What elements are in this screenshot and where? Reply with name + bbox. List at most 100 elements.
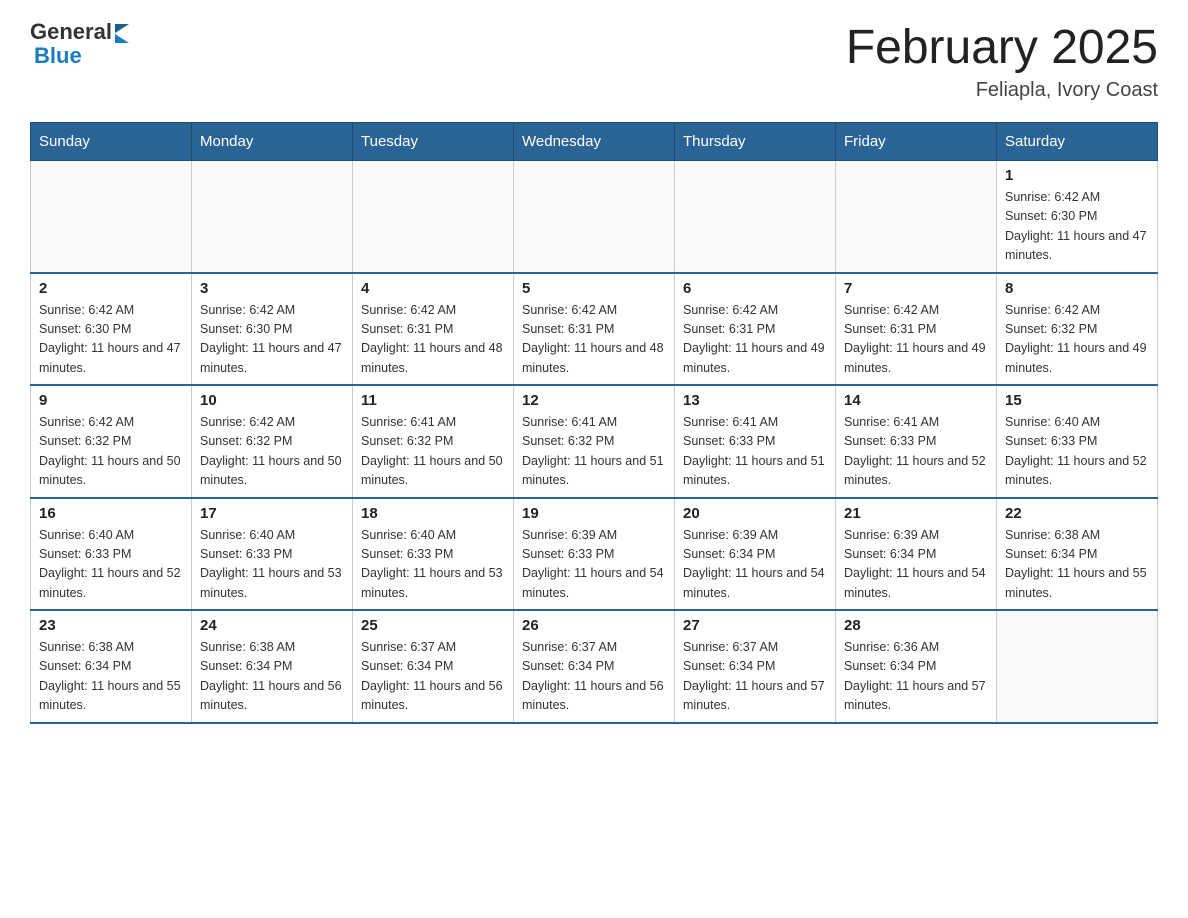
calendar-cell: 15Sunrise: 6:40 AMSunset: 6:33 PMDayligh… <box>997 385 1158 498</box>
calendar-cell: 23 Sunrise: 6:38 AMSunset: 6:34 PMDayligh… <box>31 610 192 723</box>
day-info: Sunrise: 6:37 AMSunset: 6:34 PMDaylight:… <box>683 638 827 716</box>
day-info: Sunrise: 6:39 AMSunset: 6:34 PMDaylight:… <box>844 526 988 604</box>
calendar-body: 1 Sunrise: 6:42 AMSunset: 6:30 PMDaylight… <box>31 161 1158 723</box>
day-number: 10 <box>200 392 344 409</box>
calendar-cell <box>192 161 353 273</box>
calendar-cell: 6 Sunrise: 6:42 AMSunset: 6:31 PMDaylight… <box>675 273 836 386</box>
title-section: February 2025 Feliapla, Ivory Coast <box>846 20 1158 102</box>
month-title: February 2025 <box>846 20 1158 75</box>
calendar-cell <box>31 161 192 273</box>
day-info: Sunrise: 6:41 AMSunset: 6:32 PMDaylight:… <box>522 413 666 491</box>
day-number: 9 <box>39 392 183 409</box>
calendar-cell: 26 Sunrise: 6:37 AMSunset: 6:34 PMDayligh… <box>514 610 675 723</box>
day-number: 26 <box>522 617 666 634</box>
day-number: 24 <box>200 617 344 634</box>
weekday-header-friday: Friday <box>836 123 997 161</box>
weekday-header-saturday: Saturday <box>997 123 1158 161</box>
day-info: Sunrise: 6:42 AMSunset: 6:31 PMDaylight:… <box>361 301 505 379</box>
logo: General Blue <box>30 20 129 68</box>
day-number: 13 <box>683 392 827 409</box>
day-number: 1 <box>1005 167 1149 184</box>
calendar-cell: 12Sunrise: 6:41 AMSunset: 6:32 PMDayligh… <box>514 385 675 498</box>
weekday-header-wednesday: Wednesday <box>514 123 675 161</box>
calendar-cell: 7 Sunrise: 6:42 AMSunset: 6:31 PMDaylight… <box>836 273 997 386</box>
day-info: Sunrise: 6:41 AMSunset: 6:33 PMDaylight:… <box>844 413 988 491</box>
day-number: 16 <box>39 505 183 522</box>
calendar-week-row: 2 Sunrise: 6:42 AMSunset: 6:30 PMDaylight… <box>31 273 1158 386</box>
day-info: Sunrise: 6:37 AMSunset: 6:34 PMDaylight:… <box>522 638 666 716</box>
day-info: Sunrise: 6:42 AMSunset: 6:32 PMDaylight:… <box>1005 301 1149 379</box>
calendar-week-row: 23 Sunrise: 6:38 AMSunset: 6:34 PMDayligh… <box>31 610 1158 723</box>
day-number: 6 <box>683 280 827 297</box>
day-number: 19 <box>522 505 666 522</box>
calendar-cell: 27Sunrise: 6:37 AMSunset: 6:34 PMDayligh… <box>675 610 836 723</box>
calendar-cell: 3 Sunrise: 6:42 AMSunset: 6:30 PMDaylight… <box>192 273 353 386</box>
logo-blue: Blue <box>34 44 129 68</box>
calendar-week-row: 9 Sunrise: 6:42 AMSunset: 6:32 PMDaylight… <box>31 385 1158 498</box>
weekday-header-sunday: Sunday <box>31 123 192 161</box>
calendar-cell <box>514 161 675 273</box>
day-info: Sunrise: 6:41 AMSunset: 6:32 PMDaylight:… <box>361 413 505 491</box>
day-number: 23 <box>39 617 183 634</box>
calendar-cell: 22Sunrise: 6:38 AMSunset: 6:34 PMDayligh… <box>997 498 1158 611</box>
page-header: General Blue February 2025 Feliapla, Ivo… <box>30 20 1158 102</box>
day-info: Sunrise: 6:37 AMSunset: 6:34 PMDaylight:… <box>361 638 505 716</box>
calendar-cell: 18Sunrise: 6:40 AMSunset: 6:33 PMDayligh… <box>353 498 514 611</box>
day-number: 20 <box>683 505 827 522</box>
day-info: Sunrise: 6:39 AMSunset: 6:33 PMDaylight:… <box>522 526 666 604</box>
day-info: Sunrise: 6:42 AMSunset: 6:30 PMDaylight:… <box>39 301 183 379</box>
calendar-cell: 2 Sunrise: 6:42 AMSunset: 6:30 PMDaylight… <box>31 273 192 386</box>
day-info: Sunrise: 6:38 AMSunset: 6:34 PMDaylight:… <box>200 638 344 716</box>
day-info: Sunrise: 6:42 AMSunset: 6:31 PMDaylight:… <box>683 301 827 379</box>
calendar-table: SundayMondayTuesdayWednesdayThursdayFrid… <box>30 122 1158 724</box>
day-info: Sunrise: 6:40 AMSunset: 6:33 PMDaylight:… <box>361 526 505 604</box>
day-number: 15 <box>1005 392 1149 409</box>
weekday-header-tuesday: Tuesday <box>353 123 514 161</box>
calendar-cell: 17 Sunrise: 6:40 AMSunset: 6:33 PMDayligh… <box>192 498 353 611</box>
day-info: Sunrise: 6:42 AMSunset: 6:30 PMDaylight:… <box>1005 188 1149 266</box>
logo-general: General <box>30 20 112 44</box>
calendar-cell <box>353 161 514 273</box>
day-info: Sunrise: 6:41 AMSunset: 6:33 PMDaylight:… <box>683 413 827 491</box>
calendar-cell: 25 Sunrise: 6:37 AMSunset: 6:34 PMDayligh… <box>353 610 514 723</box>
calendar-cell: 13 Sunrise: 6:41 AMSunset: 6:33 PMDayligh… <box>675 385 836 498</box>
day-number: 28 <box>844 617 988 634</box>
day-number: 25 <box>361 617 505 634</box>
calendar-cell: 21Sunrise: 6:39 AMSunset: 6:34 PMDayligh… <box>836 498 997 611</box>
day-info: Sunrise: 6:38 AMSunset: 6:34 PMDaylight:… <box>39 638 183 716</box>
calendar-cell <box>997 610 1158 723</box>
weekday-header-thursday: Thursday <box>675 123 836 161</box>
calendar-cell: 20Sunrise: 6:39 AMSunset: 6:34 PMDayligh… <box>675 498 836 611</box>
day-info: Sunrise: 6:42 AMSunset: 6:32 PMDaylight:… <box>200 413 344 491</box>
calendar-week-row: 1 Sunrise: 6:42 AMSunset: 6:30 PMDaylight… <box>31 161 1158 273</box>
location: Feliapla, Ivory Coast <box>846 79 1158 102</box>
day-number: 14 <box>844 392 988 409</box>
weekday-header-row: SundayMondayTuesdayWednesdayThursdayFrid… <box>31 123 1158 161</box>
day-info: Sunrise: 6:40 AMSunset: 6:33 PMDaylight:… <box>200 526 344 604</box>
day-number: 7 <box>844 280 988 297</box>
calendar-header: SundayMondayTuesdayWednesdayThursdayFrid… <box>31 123 1158 161</box>
day-number: 4 <box>361 280 505 297</box>
day-number: 8 <box>1005 280 1149 297</box>
calendar-cell: 5Sunrise: 6:42 AMSunset: 6:31 PMDaylight… <box>514 273 675 386</box>
calendar-cell: 4 Sunrise: 6:42 AMSunset: 6:31 PMDaylight… <box>353 273 514 386</box>
calendar-cell: 11 Sunrise: 6:41 AMSunset: 6:32 PMDayligh… <box>353 385 514 498</box>
day-info: Sunrise: 6:42 AMSunset: 6:30 PMDaylight:… <box>200 301 344 379</box>
day-number: 11 <box>361 392 505 409</box>
day-number: 17 <box>200 505 344 522</box>
calendar-cell: 10 Sunrise: 6:42 AMSunset: 6:32 PMDayligh… <box>192 385 353 498</box>
day-number: 5 <box>522 280 666 297</box>
calendar-cell: 16 Sunrise: 6:40 AMSunset: 6:33 PMDayligh… <box>31 498 192 611</box>
calendar-cell: 19 Sunrise: 6:39 AMSunset: 6:33 PMDayligh… <box>514 498 675 611</box>
calendar-cell: 9Sunrise: 6:42 AMSunset: 6:32 PMDaylight… <box>31 385 192 498</box>
calendar-cell: 14 Sunrise: 6:41 AMSunset: 6:33 PMDayligh… <box>836 385 997 498</box>
day-info: Sunrise: 6:42 AMSunset: 6:31 PMDaylight:… <box>844 301 988 379</box>
day-info: Sunrise: 6:40 AMSunset: 6:33 PMDaylight:… <box>39 526 183 604</box>
day-info: Sunrise: 6:36 AMSunset: 6:34 PMDaylight:… <box>844 638 988 716</box>
weekday-header-monday: Monday <box>192 123 353 161</box>
calendar-cell: 28 Sunrise: 6:36 AMSunset: 6:34 PMDayligh… <box>836 610 997 723</box>
day-number: 3 <box>200 280 344 297</box>
calendar-cell: 1 Sunrise: 6:42 AMSunset: 6:30 PMDaylight… <box>997 161 1158 273</box>
day-info: Sunrise: 6:38 AMSunset: 6:34 PMDaylight:… <box>1005 526 1149 604</box>
day-number: 2 <box>39 280 183 297</box>
